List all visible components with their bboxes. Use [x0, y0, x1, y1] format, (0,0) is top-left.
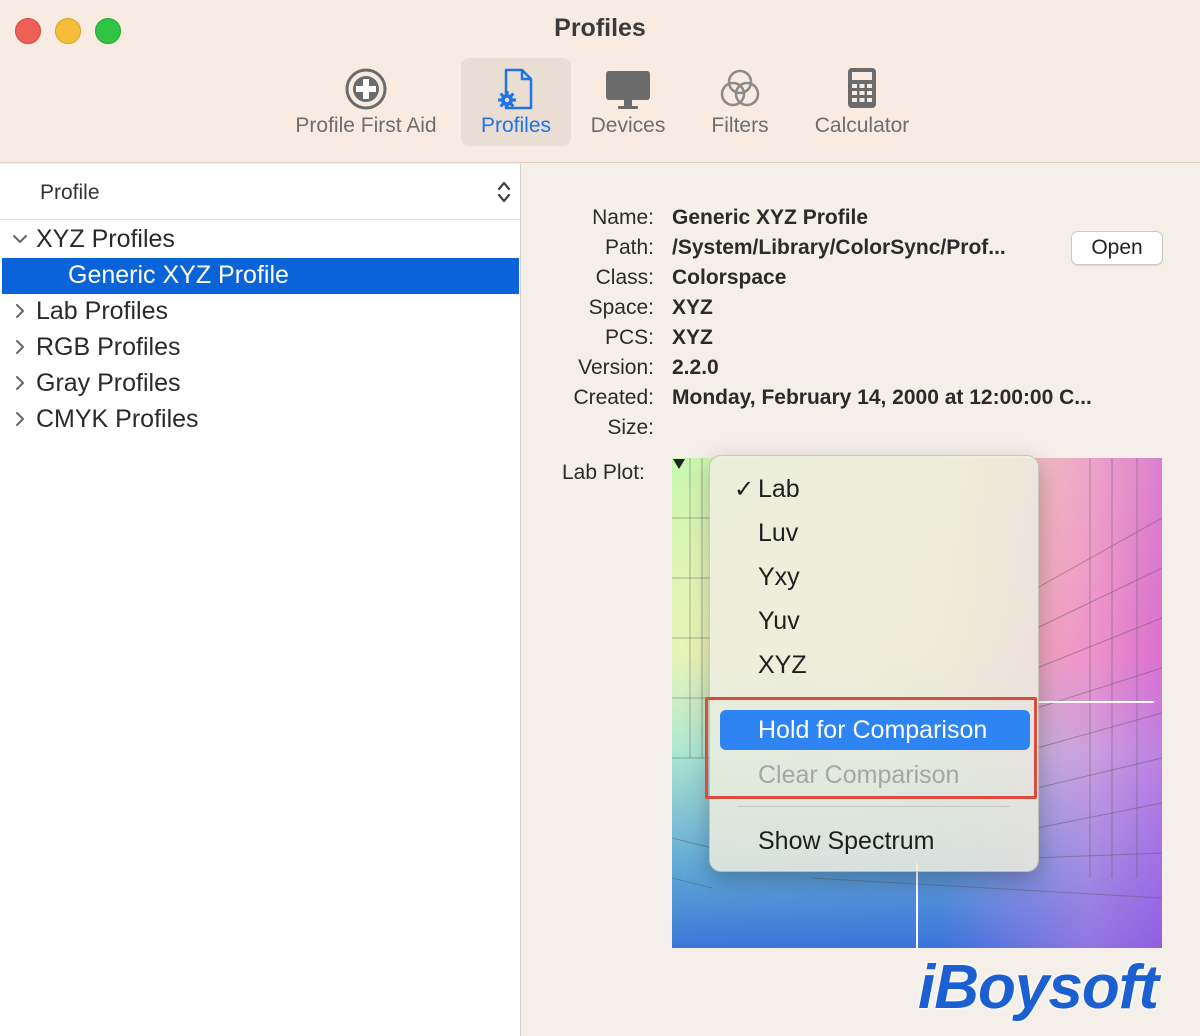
plot-menu-arrow-icon[interactable] — [672, 458, 686, 470]
toolbar-label: Filters — [711, 114, 769, 137]
tree-group-label: XYZ Profiles — [36, 225, 175, 253]
colorsync-window: Profiles Profile First Aid Profiles Devi… — [0, 0, 1200, 1036]
menu-item-label: Show Spectrum — [758, 827, 935, 855]
chevron-right-icon[interactable] — [12, 374, 28, 392]
window-title: Profiles — [554, 14, 646, 42]
menu-item-show-spectrum[interactable]: Show Spectrum — [720, 821, 1030, 861]
detail-key: Space: — [588, 296, 654, 319]
document-gear-icon — [498, 68, 533, 110]
lab-plot-label: Lab Plot: — [562, 461, 645, 484]
toolbar-devices[interactable]: Devices — [580, 58, 676, 146]
plus-circle-icon — [345, 68, 387, 110]
toolbar-profile-first-aid[interactable]: Profile First Aid — [280, 58, 452, 146]
detail-value: 2.2.0 — [672, 356, 719, 379]
detail-value: Monday, February 14, 2000 at 12:00:00 C.… — [672, 386, 1092, 409]
detail-row-size: Size: — [522, 416, 1200, 446]
toolbar-profiles[interactable]: Profiles — [461, 58, 571, 146]
detail-row-created: Created: Monday, February 14, 2000 at 12… — [522, 386, 1200, 416]
tree-item-label: Generic XYZ Profile — [68, 261, 289, 289]
detail-value: Colorspace — [672, 266, 787, 289]
detail-key: Path: — [604, 236, 654, 259]
tree-group-label: RGB Profiles — [36, 333, 181, 361]
tree-group-cmyk-profiles[interactable]: CMYK Profiles — [2, 402, 519, 438]
detail-key: Name: — [592, 206, 654, 229]
iboysoft-watermark-logo: iBoysoft — [918, 953, 1159, 1022]
detail-value: /System/Library/ColorSync/Prof... — [672, 236, 1006, 259]
menu-item-xyz[interactable]: XYZ — [720, 645, 1030, 685]
detail-key: Size: — [607, 416, 654, 439]
profile-sort-header[interactable]: Profile — [0, 164, 520, 220]
tree-group-xyz-profiles[interactable]: XYZ Profiles — [2, 222, 519, 258]
menu-item-lab[interactable]: ✓ Lab — [720, 469, 1030, 509]
detail-row-version: Version: 2.2.0 — [522, 356, 1200, 386]
plot-type-menu: ✓ Lab Luv Yxy Yuv XYZ Hold for Compariso… — [709, 455, 1039, 872]
tree-group-rgb-profiles[interactable]: RGB Profiles — [2, 330, 519, 366]
calculator-icon — [848, 68, 876, 108]
toolbar-filters[interactable]: Filters — [694, 58, 786, 146]
sort-header-label: Profile — [40, 181, 100, 204]
open-button[interactable]: Open — [1071, 231, 1163, 265]
menu-item-label: Yuv — [758, 607, 800, 635]
chevron-right-icon[interactable] — [12, 338, 28, 356]
tree-group-label: CMYK Profiles — [36, 405, 199, 433]
checkmark-icon: ✓ — [734, 476, 755, 503]
detail-row-space: Space: XYZ — [522, 296, 1200, 326]
chevron-right-icon[interactable] — [12, 410, 28, 428]
annotation-highlight-box — [705, 697, 1037, 799]
toolbar-label: Profiles — [480, 114, 552, 137]
chevron-right-icon[interactable] — [12, 302, 28, 320]
toolbar-label: Profile First Aid — [295, 114, 437, 137]
menu-item-label: Yxy — [758, 563, 800, 591]
tree-group-gray-profiles[interactable]: Gray Profiles — [2, 366, 519, 402]
tree-group-label: Gray Profiles — [36, 369, 181, 397]
menu-item-label: Luv — [758, 519, 799, 547]
detail-value: XYZ — [672, 296, 713, 319]
menu-item-yuv[interactable]: Yuv — [720, 601, 1030, 641]
toolbar-calculator[interactable]: Calculator — [800, 58, 924, 146]
monitor-icon — [606, 71, 650, 109]
tree-group-label: Lab Profiles — [36, 297, 169, 325]
toolbar-label: Devices — [590, 114, 666, 137]
sort-updown-icon — [497, 181, 511, 203]
menu-separator — [738, 806, 1010, 807]
detail-key: PCS: — [604, 326, 654, 349]
tree-group-lab-profiles[interactable]: Lab Profiles — [2, 294, 519, 330]
detail-key: Created: — [573, 386, 654, 409]
detail-value: Generic XYZ Profile — [672, 206, 869, 229]
detail-value: XYZ — [672, 326, 713, 349]
toolbar-label: Calculator — [814, 114, 910, 137]
menu-item-label: Lab — [758, 475, 800, 503]
menu-item-yxy[interactable]: Yxy — [720, 557, 1030, 597]
menu-item-luv[interactable]: Luv — [720, 513, 1030, 553]
detail-row-pcs: PCS: XYZ — [522, 326, 1200, 356]
detail-row-class: Class: Colorspace — [522, 266, 1200, 296]
detail-key: Version: — [578, 356, 654, 379]
detail-key: Class: — [595, 266, 654, 289]
profile-sidebar: Profile XYZ Profiles Generic XYZ Profile… — [0, 164, 521, 1036]
tree-item-generic-xyz-profile[interactable]: Generic XYZ Profile — [2, 258, 519, 294]
menu-item-label: XYZ — [758, 651, 807, 679]
toolbar: Profiles Profile First Aid Profiles Devi… — [0, 0, 1200, 163]
overlapping-circles-icon — [720, 69, 760, 107]
chevron-down-icon[interactable] — [12, 230, 28, 248]
